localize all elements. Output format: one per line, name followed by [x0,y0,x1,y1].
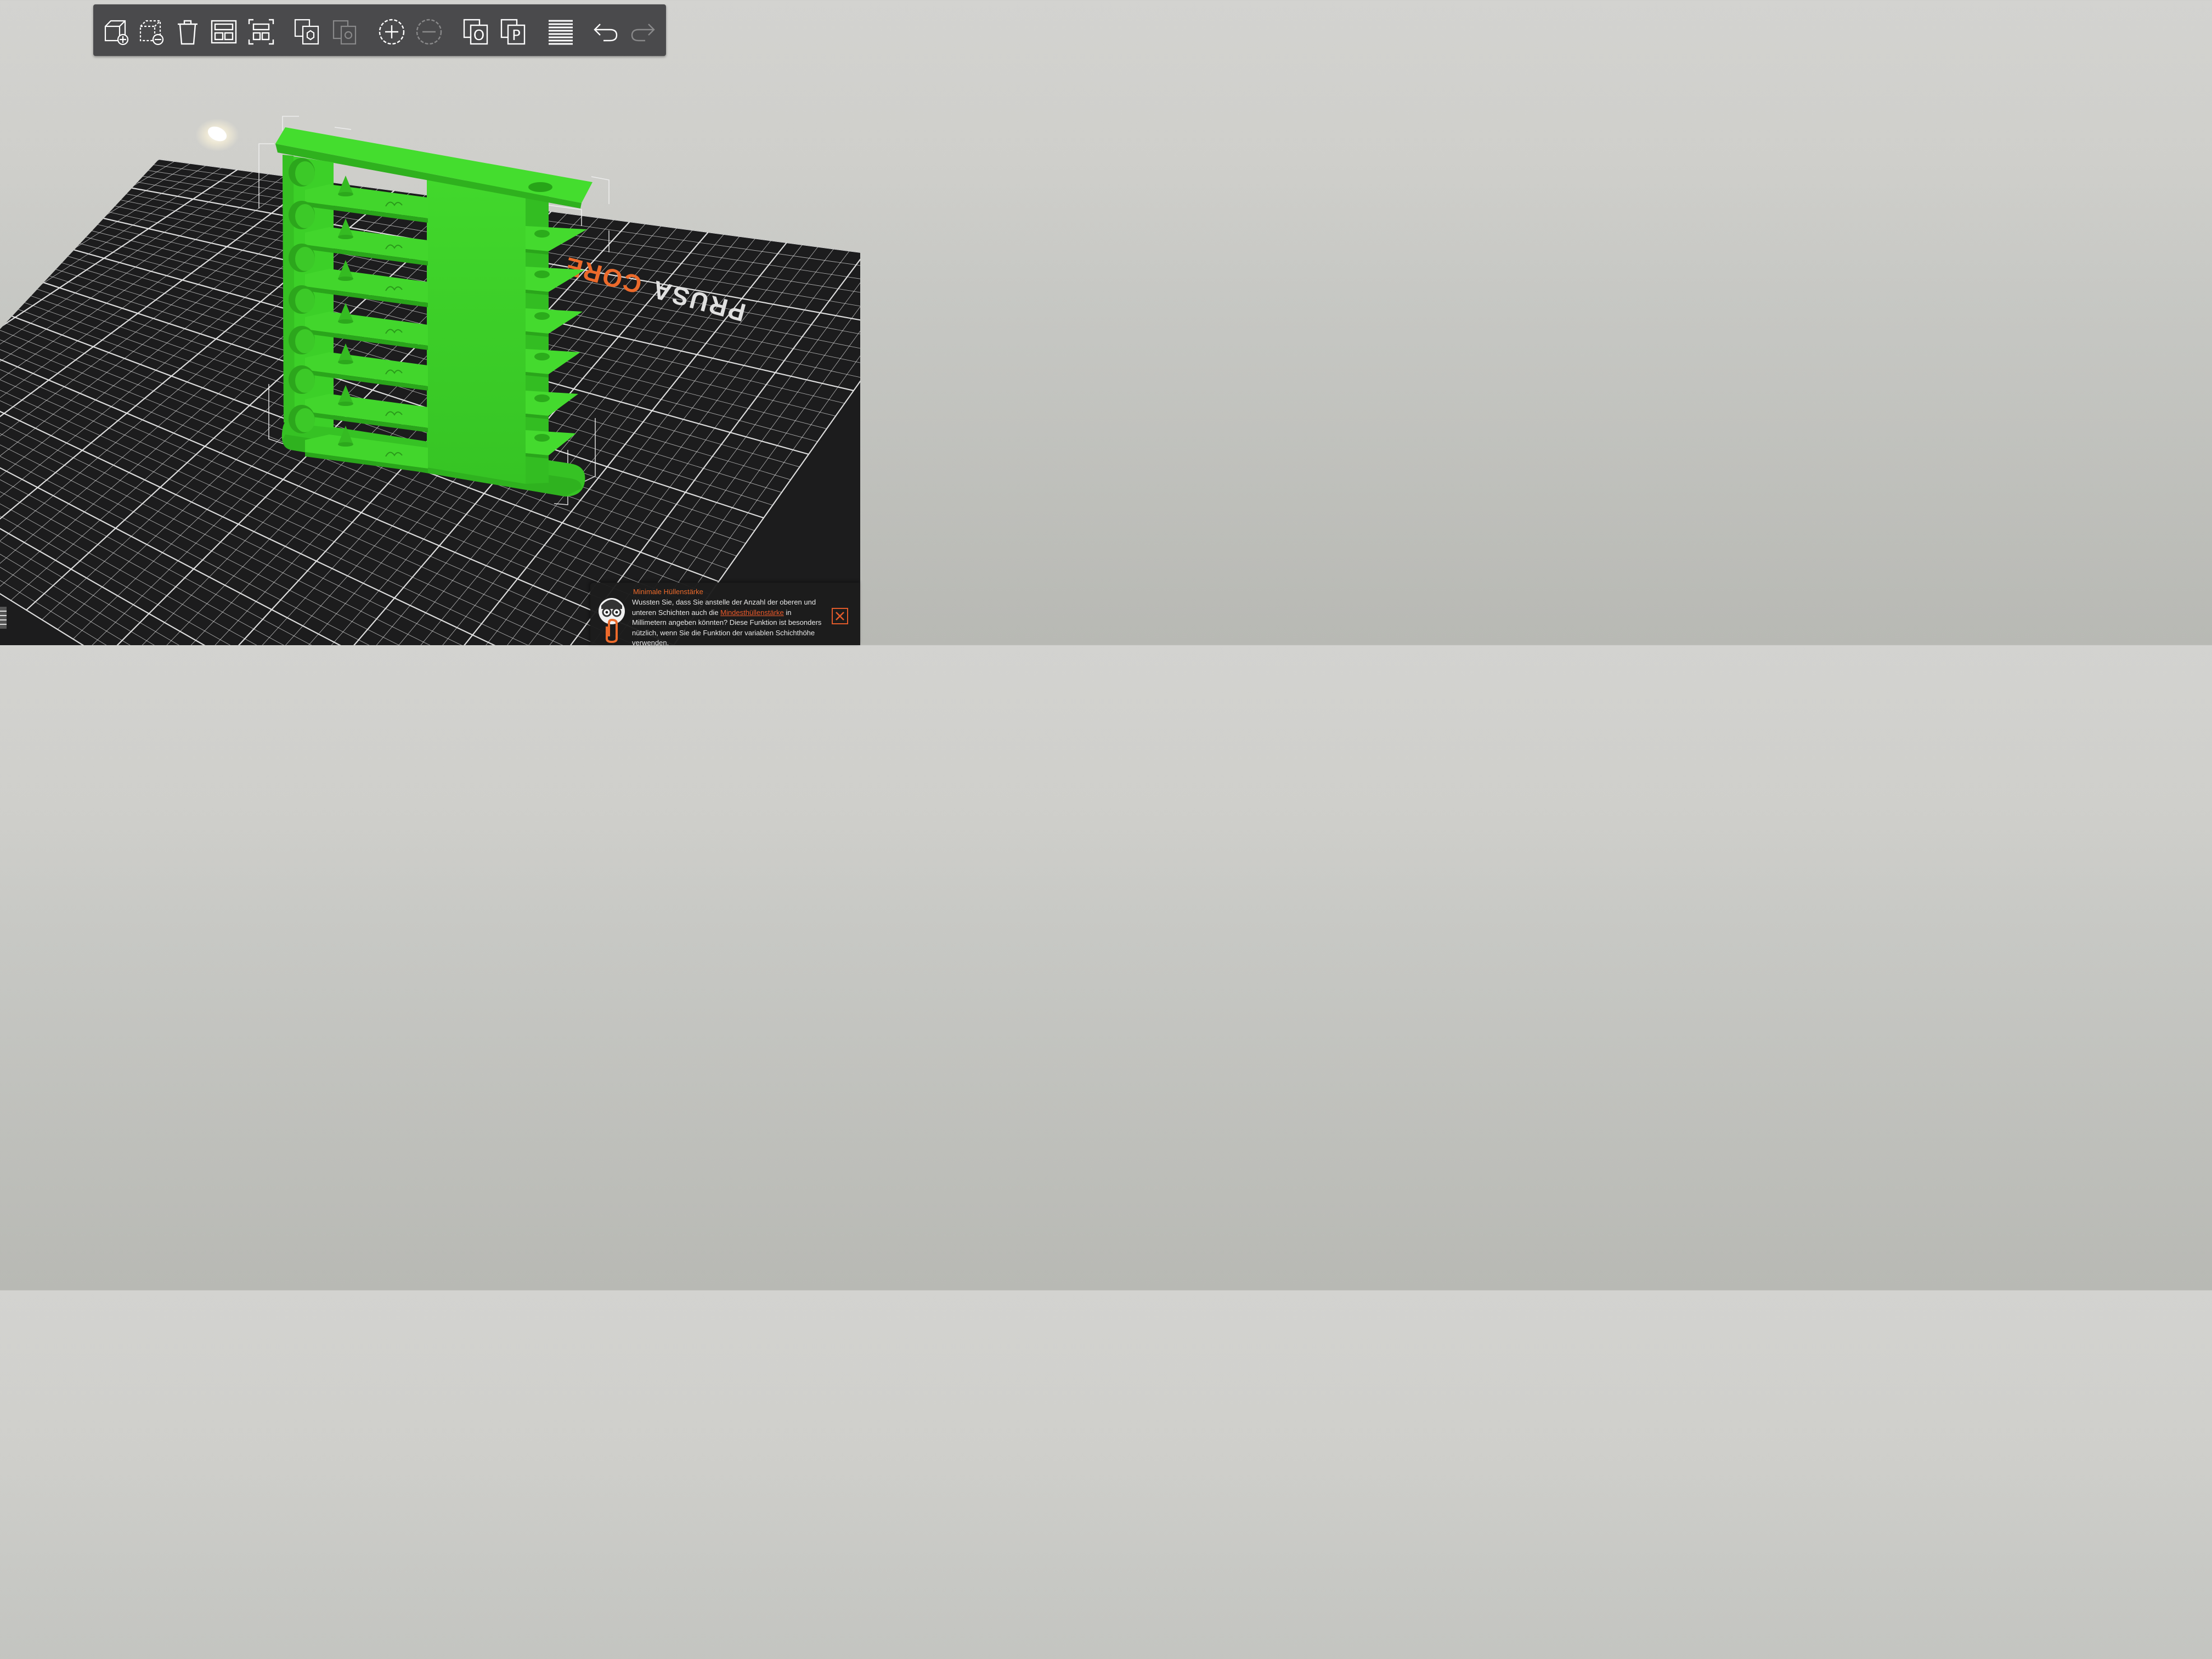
svg-text:O: O [473,27,484,44]
arrange-selection-button[interactable] [245,14,278,49]
split-objects-icon: O [463,19,488,45]
hint-link[interactable]: Mindesthüllenstärke [720,608,784,617]
redo-icon [631,24,655,42]
hint-mascot-icon [599,598,625,643]
delete-all-button[interactable] [171,14,204,49]
split-parts-icon: P [500,19,526,45]
model-object[interactable] [275,127,592,496]
split-to-parts-button[interactable]: P [497,14,530,49]
variable-layer-height-button[interactable] [544,14,577,49]
redo-button[interactable] [627,14,659,49]
arrange-icon [211,20,237,44]
3d-viewport[interactable]: PRUSA CORE [0,0,860,645]
hint-text: Wussten Sie, dass Sie anstelle der Anzah… [632,598,822,647]
minus-circle-icon [416,19,442,45]
undo-icon [594,24,618,42]
copy-icon [294,19,319,45]
paste-button[interactable] [328,14,361,49]
svg-text:P: P [512,27,521,44]
remove-instance-button[interactable] [413,14,445,49]
arrange-button[interactable] [207,14,240,49]
add-cube-icon [104,20,129,46]
corner-layers-icon [0,607,7,629]
undo-button[interactable] [589,14,622,49]
top-toolbar: O P [93,4,666,56]
light-glare [195,119,239,151]
paste-icon [332,20,357,45]
hint-close-button[interactable] [832,608,848,624]
hint-title: Minimale Hüllenstärke [633,588,703,596]
add-object-button[interactable] [100,14,133,49]
close-icon [836,612,844,620]
remove-cube-icon [139,20,164,46]
trash-icon [178,20,198,45]
copy-button[interactable] [291,14,324,49]
layers-icon [549,20,573,45]
plus-circle-icon [379,19,405,45]
hint-notification: Minimale Hüllenstärke Wussten Sie, dass … [590,583,860,647]
delete-object-button[interactable] [135,14,168,49]
arrange-selection-icon [248,19,274,45]
add-instance-button[interactable] [375,14,408,49]
split-to-objects-button[interactable]: O [460,14,493,49]
